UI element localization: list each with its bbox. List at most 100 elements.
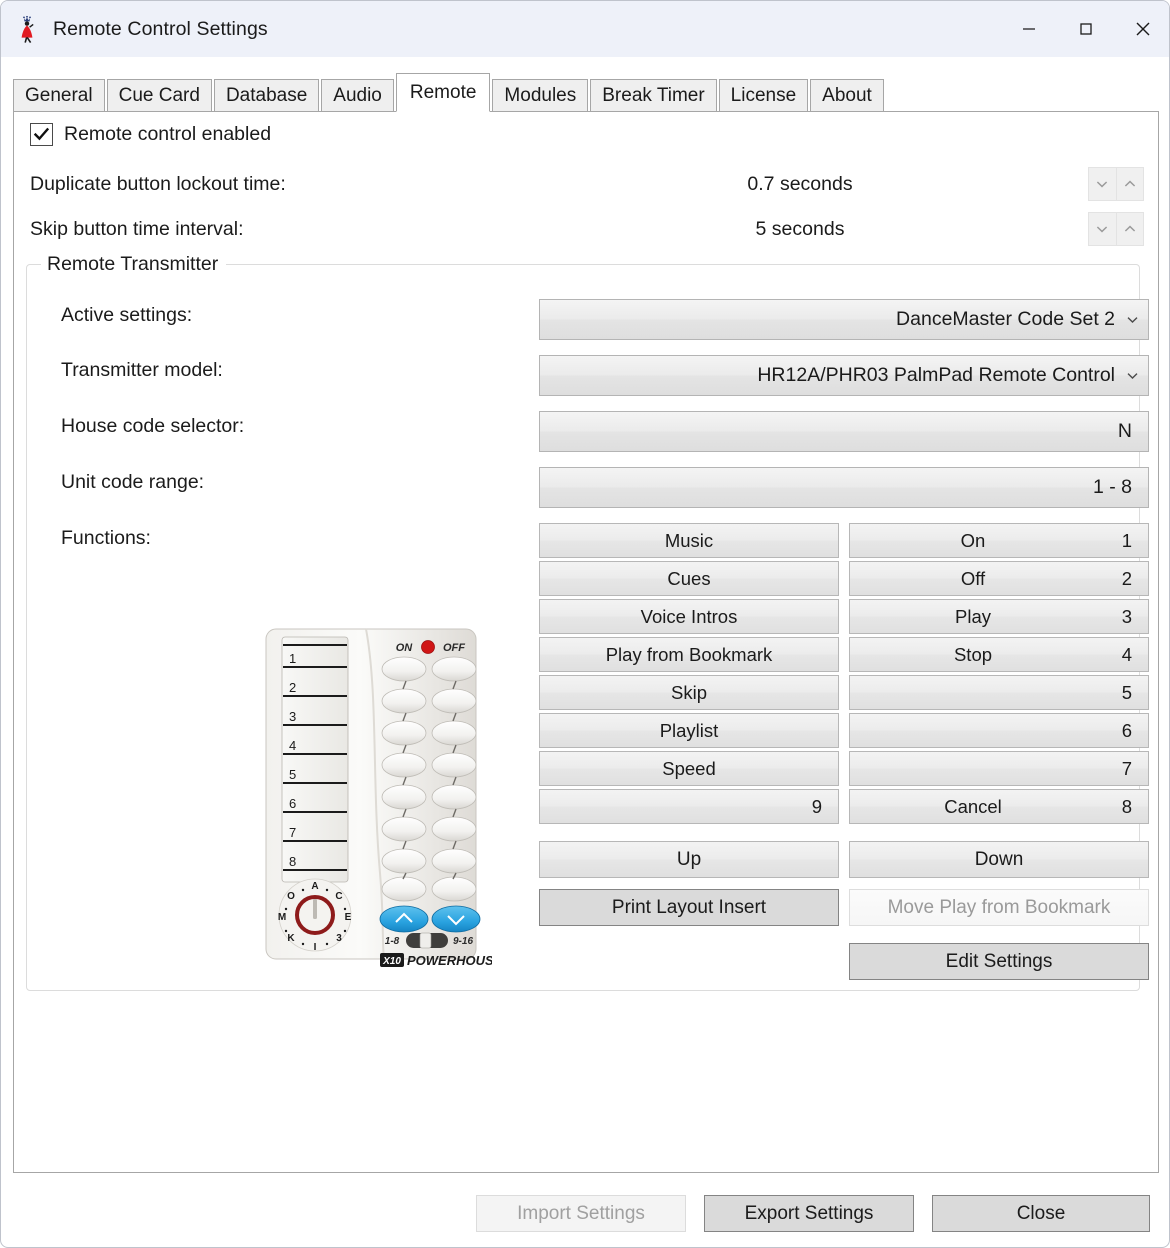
function-button-label: Off	[960, 567, 986, 589]
svg-text:M: M	[278, 912, 286, 923]
duplicate-lockout-value: 0.7 seconds	[747, 172, 853, 195]
tab-license[interactable]: License	[718, 79, 809, 112]
up-button[interactable]: Up	[539, 841, 839, 878]
down-button[interactable]: Down	[849, 841, 1149, 878]
active-settings-value: DanceMaster Code Set 2	[896, 308, 1115, 330]
unit-code-range-field[interactable]: 1 - 8	[539, 467, 1149, 508]
function-button-label: Playlist	[659, 719, 719, 741]
minimize-icon[interactable]	[1000, 1, 1057, 57]
chevron-up-icon[interactable]	[1116, 168, 1143, 200]
svg-text:POWERHOUSE: POWERHOUSE	[407, 953, 492, 968]
function-button-7[interactable]: 7	[849, 751, 1149, 786]
house-code-selector-value: N	[1117, 420, 1132, 442]
remote-control-settings-window: Remote Control Settings General Cue Card…	[0, 0, 1170, 1248]
transmitter-model-label: Transmitter model:	[61, 359, 223, 381]
function-button-number: 3	[1121, 606, 1132, 627]
close-button-label: Close	[1016, 1202, 1066, 1224]
tab-database[interactable]: Database	[213, 79, 320, 112]
palmpad-remote-illustration: 1 2 3 4 5 6 7 8 A C E 3 I K M O ON OFF 1…	[260, 623, 503, 978]
function-button-label: Cues	[667, 567, 711, 589]
svg-text:I: I	[314, 942, 317, 953]
function-button-number: 2	[1121, 568, 1132, 589]
skip-interval-label: Skip button time interval:	[30, 217, 244, 240]
function-button-label: Play	[955, 605, 991, 627]
remote-tab-panel: Remote control enabled Duplicate button …	[13, 111, 1159, 1173]
unit-number-8: 8	[289, 854, 296, 869]
function-button-6[interactable]: 6	[849, 713, 1149, 748]
skip-interval-value: 5 seconds	[755, 217, 845, 240]
tab-about[interactable]: About	[810, 79, 884, 112]
function-button-label: Voice Intros	[640, 605, 738, 627]
function-button-cancel[interactable]: Cancel 8	[849, 789, 1149, 824]
chevron-down-icon[interactable]	[1089, 168, 1117, 200]
window-title: Remote Control Settings	[53, 17, 268, 40]
close-button[interactable]: Close	[932, 1195, 1150, 1232]
function-button-play-from-bookmark[interactable]: Play from Bookmark	[539, 637, 839, 672]
unit-number-5: 5	[289, 767, 296, 782]
edit-settings-button[interactable]: Edit Settings	[849, 943, 1149, 980]
tab-modules[interactable]: Modules	[492, 79, 589, 112]
edit-settings-label: Edit Settings	[945, 950, 1053, 972]
unit-number-1: 1	[289, 651, 296, 666]
remote-control-enabled-checkbox[interactable]	[30, 123, 53, 146]
remote-control-enabled-row[interactable]: Remote control enabled	[30, 123, 271, 146]
function-button-number: 7	[1121, 758, 1132, 779]
chevron-up-icon[interactable]	[1116, 213, 1143, 245]
function-button-number: 5	[1121, 682, 1132, 703]
chevron-down-icon[interactable]	[1125, 368, 1140, 383]
maximize-icon[interactable]	[1057, 1, 1114, 57]
remote-transmitter-group: Remote Transmitter Active settings: Tran…	[26, 252, 1149, 991]
export-settings-button[interactable]: Export Settings	[704, 1195, 914, 1232]
active-settings-combo[interactable]: DanceMaster Code Set 2	[539, 299, 1149, 340]
function-button-stop[interactable]: Stop 4	[849, 637, 1149, 672]
function-buttons-right-column: On 1 Off 2 Play 3 Stop 4 5 6 7 Cancel 8	[849, 523, 1149, 827]
svg-text:3: 3	[336, 933, 342, 944]
skip-interval-row: Skip button time interval: 5 seconds	[30, 212, 1144, 246]
function-button-playlist[interactable]: Playlist	[539, 713, 839, 748]
function-button-on[interactable]: On 1	[849, 523, 1149, 558]
function-button-music[interactable]: Music	[539, 523, 839, 558]
house-code-dial: A C E 3 I K M O	[278, 878, 352, 953]
function-button-play[interactable]: Play 3	[849, 599, 1149, 634]
function-button-label: Skip	[671, 681, 707, 703]
title-bar: Remote Control Settings	[1, 1, 1169, 57]
function-button-voice-intros[interactable]: Voice Intros	[539, 599, 839, 634]
print-layout-insert-label: Print Layout Insert	[611, 896, 767, 918]
print-layout-insert-button[interactable]: Print Layout Insert	[539, 889, 839, 926]
function-button-skip[interactable]: Skip	[539, 675, 839, 710]
export-settings-label: Export Settings	[744, 1202, 874, 1224]
function-button-off[interactable]: Off 2	[849, 561, 1149, 596]
function-button-label: Stop	[953, 643, 993, 665]
x10-powerhouse-brand: X10 POWERHOUSE	[380, 953, 503, 968]
unit-number-7: 7	[289, 825, 296, 840]
duplicate-lockout-stepper[interactable]	[1088, 167, 1144, 201]
tab-audio[interactable]: Audio	[321, 79, 394, 112]
transmitter-model-value: HR12A/PHR03 PalmPad Remote Control	[757, 364, 1115, 386]
function-button-number: 4	[1121, 644, 1132, 665]
on-label: ON	[396, 642, 414, 654]
tab-break-timer[interactable]: Break Timer	[590, 79, 717, 112]
range-low-label: 1-8	[385, 936, 400, 947]
unit-code-range-value: 1 - 8	[1092, 476, 1132, 498]
chevron-down-icon[interactable]	[1089, 213, 1117, 245]
duplicate-lockout-label: Duplicate button lockout time:	[30, 172, 286, 195]
tab-strip: General Cue Card Database Audio Remote M…	[13, 73, 1159, 112]
transmitter-model-combo[interactable]: HR12A/PHR03 PalmPad Remote Control	[539, 355, 1149, 396]
tab-general[interactable]: General	[13, 79, 105, 112]
house-code-selector-field[interactable]: N	[539, 411, 1149, 452]
move-play-from-bookmark-label: Move Play from Bookmark	[887, 896, 1111, 918]
tab-cue-card[interactable]: Cue Card	[106, 79, 212, 112]
skip-interval-stepper[interactable]	[1088, 212, 1144, 246]
svg-text:O: O	[287, 891, 295, 902]
import-settings-button: Import Settings	[476, 1195, 686, 1232]
function-button-speed[interactable]: Speed	[539, 751, 839, 786]
close-icon[interactable]	[1114, 1, 1169, 57]
bank-selector-switch	[406, 932, 448, 949]
function-button-5[interactable]: 5	[849, 675, 1149, 710]
tab-remote[interactable]: Remote	[395, 73, 491, 112]
function-button-9[interactable]: 9	[539, 789, 839, 824]
svg-text:A: A	[311, 881, 318, 892]
function-button-number: 1	[1121, 530, 1132, 551]
chevron-down-icon[interactable]	[1125, 312, 1140, 327]
function-button-cues[interactable]: Cues	[539, 561, 839, 596]
